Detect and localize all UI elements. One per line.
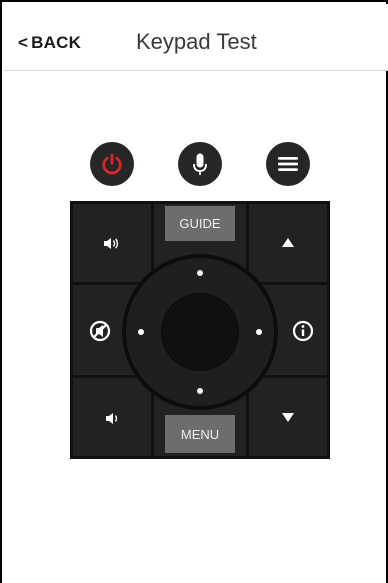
options-menu-button[interactable] <box>266 142 310 186</box>
channel-down-arrow-icon <box>282 413 294 422</box>
dpad-down-button[interactable] <box>191 382 209 400</box>
page-title: Keypad Test <box>136 29 257 54</box>
voice-button[interactable] <box>178 142 222 186</box>
hamburger-menu-icon <box>278 157 298 171</box>
guide-button[interactable]: GUIDE <box>165 206 235 241</box>
power-icon <box>102 153 122 175</box>
dpad-up-button[interactable] <box>191 264 209 282</box>
back-button[interactable]: < BACK <box>18 33 81 53</box>
channel-up-arrow-icon <box>282 238 294 247</box>
channel-up-button[interactable] <box>249 204 327 282</box>
volume-up-button[interactable] <box>73 204 151 282</box>
header-bar: < BACK Keypad Test <box>4 4 388 71</box>
menu-button[interactable]: MENU <box>165 415 235 453</box>
volume-down-icon <box>106 413 118 424</box>
directional-pad <box>122 254 278 410</box>
dpad-left-button[interactable] <box>132 323 150 341</box>
dpad-select-button[interactable] <box>162 294 238 370</box>
chevron-left-icon: < <box>18 33 29 52</box>
microphone-icon <box>193 153 207 175</box>
directional-ring[interactable] <box>126 258 274 406</box>
power-button[interactable] <box>90 142 134 186</box>
dpad-right-button[interactable] <box>250 323 268 341</box>
back-label: BACK <box>31 33 82 52</box>
volume-up-icon <box>104 238 119 249</box>
volume-down-button[interactable] <box>73 378 151 456</box>
keypad: GUIDE MENU <box>70 201 330 459</box>
channel-down-button[interactable] <box>249 378 327 456</box>
